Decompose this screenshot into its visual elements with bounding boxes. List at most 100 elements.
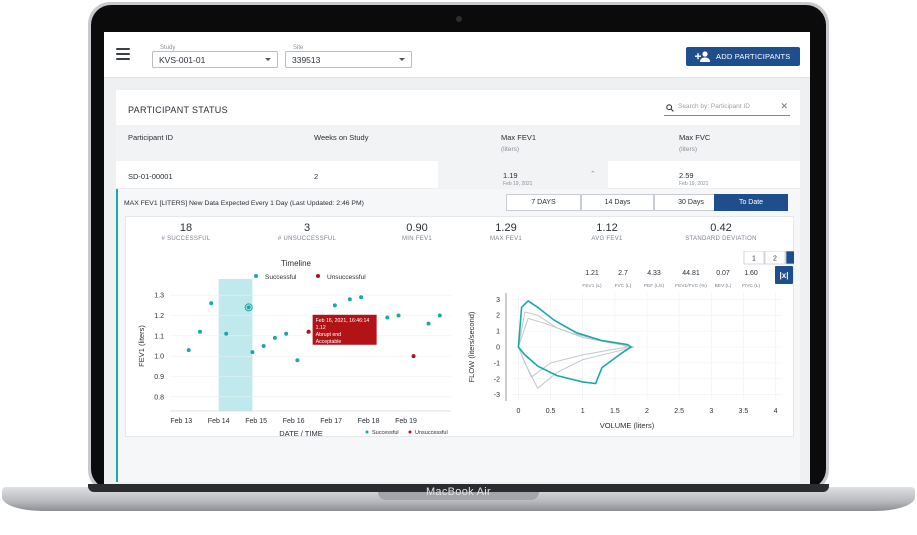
chevron-up-icon[interactable]: ⌃ (590, 170, 596, 178)
x-tick-label: Feb 14 (208, 418, 230, 425)
search-input[interactable]: Search by: Participant ID (678, 103, 750, 110)
flow-volume-chart[interactable]: 1231.21FEV1 (L)2.7FVC (L)4.33PEF (L/s)44… (462, 251, 794, 437)
x-tick-label: 2 (645, 408, 649, 415)
metric-label: FEV1 (L) (582, 283, 602, 289)
chevron-down-icon (399, 58, 405, 61)
y-tick-label: 2 (496, 313, 500, 320)
x-tick-label: 0.5 (546, 408, 556, 415)
successful-point (209, 301, 214, 306)
stat-standard-deviation: 0.42 STANDARD DEVIATION (666, 222, 776, 242)
x-tick-label: 4 (774, 408, 778, 415)
site-label: Site (291, 45, 306, 51)
y-tick-label: 0 (496, 345, 500, 352)
x-tick-label: 2.5 (674, 408, 684, 415)
column-header[interactable]: Weeks on Study (314, 133, 368, 142)
study-select[interactable]: Study KVS-001-01 (152, 45, 278, 68)
flow-tab-label: 1 (752, 256, 756, 263)
stat-label: MAX FEV1 (489, 236, 523, 242)
app-screen: Study KVS-001-01 Site 339513 ADD PARTICI… (104, 32, 810, 484)
search-field[interactable]: Search by: Participant ID ✕ (664, 101, 790, 116)
y-axis-title: FLOW (liters/second) (467, 311, 476, 382)
successful-point (437, 313, 442, 318)
stat-label: # SUCCESSFUL (161, 236, 211, 242)
flow-tab-button[interactable] (785, 251, 794, 265)
legend-label: Successful (265, 274, 297, 281)
legend-success-dot (365, 430, 369, 434)
top-bar: Study KVS-001-01 Site 339513 ADD PARTICI… (104, 32, 810, 78)
successful-point (284, 331, 289, 336)
stat-value: 18 (179, 222, 193, 234)
site-select[interactable]: Site 339513 (285, 45, 412, 68)
unsuccessful-point (306, 329, 311, 334)
successful-point (197, 329, 202, 334)
x-tick-label: Feb 19 (395, 418, 417, 425)
column-header[interactable]: Participant ID (128, 133, 173, 142)
successful-point (332, 303, 337, 308)
metric-label: FEV1/FVC (%) (675, 283, 707, 289)
x-tick-label: Feb 15 (245, 418, 267, 425)
flow-tab-label: 2 (773, 256, 777, 263)
flow-curve-grey (517, 311, 635, 390)
add-participants-label: ADD PARTICIPANTS (716, 52, 791, 61)
legend-fail-dot (316, 274, 320, 278)
x-tick-label: Feb 18 (358, 418, 380, 425)
range-to-date-button[interactable]: To Date (714, 194, 788, 211)
x-tick-label: 3 (709, 408, 713, 415)
metric-value: 0.07 (716, 270, 730, 277)
unsuccessful-point (411, 354, 416, 359)
y-tick-label: 1.1 (154, 333, 164, 340)
successful-point (246, 305, 251, 310)
stat-value: 0.42 (710, 222, 732, 234)
abs-toggle-label: |x| (780, 271, 789, 280)
column-subheader: (liters) (501, 146, 520, 153)
successful-point (186, 348, 191, 353)
metric-value: 44.81 (682, 270, 700, 277)
site-value: 339513 (292, 55, 321, 65)
stat-avg-fev1: 1.12 AVG FEV1 (552, 222, 662, 242)
hamburger-menu-icon[interactable] (116, 48, 130, 60)
successful-point (347, 297, 352, 302)
card-title: PARTICIPANT STATUS (128, 105, 228, 115)
close-icon[interactable]: ✕ (780, 101, 788, 112)
search-icon (666, 104, 674, 112)
participant-status-card: PARTICIPANT STATUS Search by: Participan… (116, 90, 800, 482)
legend-label: Successful (372, 430, 399, 436)
x-tick-label: 1.5 (610, 408, 620, 415)
metric-value: 1.60 (744, 270, 758, 277)
stat-unsuccessful: 3 # UNSUCCESSFUL (252, 222, 362, 242)
tooltip-text: Acceptable (316, 339, 342, 345)
range-7-days-button[interactable]: 7 DAYS (506, 194, 581, 211)
add-user-icon (695, 51, 710, 62)
add-participants-button[interactable]: ADD PARTICIPANTS (686, 47, 800, 66)
x-axis-title: VOLUME (liters) (600, 421, 655, 430)
weeks-cell: 2 (314, 172, 319, 181)
y-tick-label: 0.8 (154, 394, 164, 401)
study-value: KVS-001-01 (159, 55, 206, 65)
y-tick-label: 1 (496, 329, 500, 336)
y-tick-label: 0.9 (154, 374, 164, 381)
x-tick-label: Feb 13 (170, 418, 192, 425)
laptop-mockup: MacBook Air Study KVS-001-01 Site 339513 (0, 0, 917, 535)
y-tick-label: 1.3 (154, 293, 164, 300)
y-tick-label: 1.0 (154, 354, 164, 361)
legend-fail-dot (408, 430, 412, 434)
column-header[interactable]: Max FEV1 (501, 133, 536, 142)
timeline-chart[interactable]: Timeline Successful Unsuccessful 0.8 0.9 1.0 1… (126, 251, 461, 437)
stat-value: 1.29 (495, 222, 517, 234)
chart-title: Timeline (281, 259, 311, 268)
successful-point (250, 350, 255, 355)
table-row[interactable]: SD-01-00001 2 1.19 Feb 19, 2021 ⌃ 2.59 F… (116, 161, 800, 189)
metric-label: PEF (L/s) (644, 283, 665, 289)
participant-id-cell[interactable]: SD-01-00001 (128, 172, 173, 181)
y-tick-label: 1.2 (154, 313, 164, 320)
camera-icon (456, 16, 462, 22)
column-subheader: (liters) (679, 146, 698, 153)
table-header: Participant ID Weeks on Study Max FEV1 (… (116, 125, 800, 161)
max-fvc-date: Feb 19, 2021 (679, 181, 709, 187)
x-tick-label: 1 (581, 408, 585, 415)
y-axis-title: FEV1 (liters) (137, 325, 146, 367)
max-fev1-cell: 1.19 (503, 171, 518, 180)
stat-label: AVG FEV1 (591, 236, 623, 242)
range-14-days-button[interactable]: 14 Days (581, 194, 654, 211)
column-header[interactable]: Max FVC (679, 133, 710, 142)
